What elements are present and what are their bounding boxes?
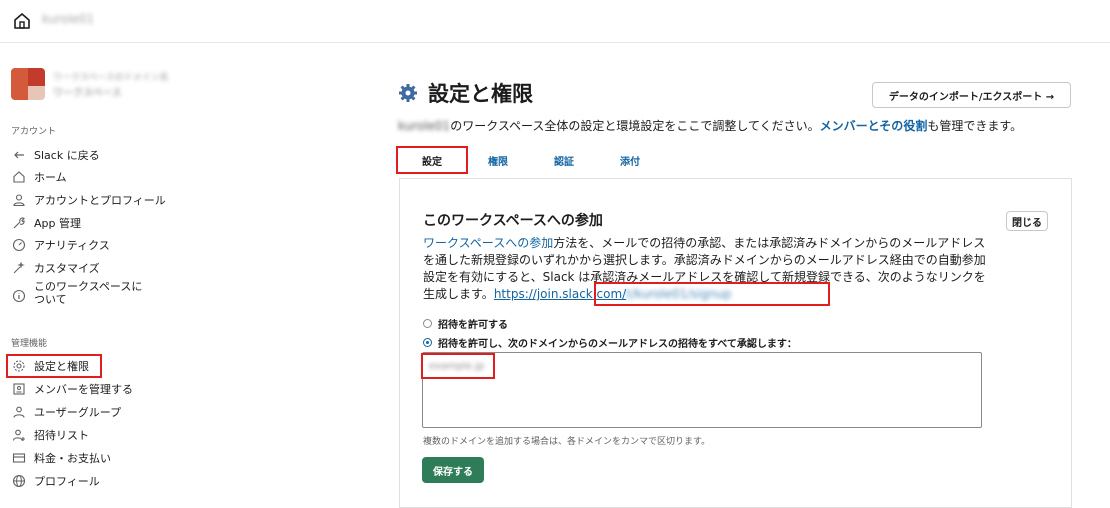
sidebar-item-label: Slack に戻る [34,148,100,162]
sidebar-item-label: ホーム [34,170,67,184]
tab-attachments[interactable]: 添付 [613,148,647,172]
gear-icon [11,358,27,374]
sidebar-item-label: 設定と権限 [34,359,89,373]
sidebar-item-label: 招待リスト [34,428,89,442]
sidebar-item-label: App 管理 [34,216,81,230]
back-arrow-icon [11,147,27,163]
card-icon [11,450,27,466]
domains-hint: 複数のドメインを追加する場合は、各ドメインをカンマで区切ります。 [423,437,711,447]
sidebar-item-label: ユーザーグループ [34,405,122,419]
section-admin-label: 管理機能 [11,339,48,349]
sidebar-item-app-management[interactable]: App 管理 [8,213,168,233]
workspace-logo[interactable] [11,68,45,100]
info-icon [11,288,27,304]
sidebar-item-account-profile[interactable]: アカウントとプロフィール [8,190,168,210]
sidebar: ワークスペースのドメイン名 ワークスペース アカウント Slack に戻る ホー… [0,43,170,502]
sidebar-item-customize[interactable]: カスタマイズ [8,258,168,278]
option-allow-domain-invites[interactable]: 招待を許可し、次のドメインからのメールアドレスの招待をすべて承認します： [423,335,797,350]
sidebar-item-manage-members[interactable]: メンバーを管理する [8,379,168,399]
page-header: 設定と権限 [398,78,533,108]
tab-settings[interactable]: 設定 [396,146,468,174]
sidebar-item-label: カスタマイズ [34,261,100,275]
home-icon [11,169,27,185]
tab-permissions[interactable]: 権限 [481,148,515,172]
workspace-name: kurole01 [398,119,451,133]
import-export-button[interactable]: データのインポート/エクスポート → [872,82,1071,108]
sidebar-item-invite-list[interactable]: 招待リスト [8,425,168,445]
subtitle-suffix: も管理できます。 [927,119,1023,133]
save-button[interactable]: 保存する [422,457,484,483]
option-label: 招待を許可する [438,320,508,331]
domains-textarea[interactable] [422,352,982,428]
join-workspace-title: このワークスペースへの参加 [423,213,603,229]
option-label: 招待を許可し、次のドメインからのメールアドレスの招待をすべて承認します： [438,339,797,350]
home-icon[interactable] [12,11,32,31]
sidebar-item-label: このワークスペースについて [34,280,143,306]
option-allow-invites[interactable]: 招待を許可する [423,316,508,331]
sidebar-item-billing[interactable]: 料金・お支払い [8,448,168,468]
sidebar-item-label: 料金・お支払い [34,451,111,465]
join-workspace-link[interactable]: ワークスペースへの参加 [423,236,553,250]
workspace-name: kurole01 [42,12,95,26]
sidebar-item-back-to-slack[interactable]: Slack に戻る [8,145,168,165]
sidebar-item-label: アカウントとプロフィール [34,193,166,207]
sidebar-item-label: メンバーを管理する [34,382,133,396]
add-person-icon [11,427,27,443]
top-bar: kurole01 [0,0,1110,43]
sparkle-icon [11,260,27,276]
subtitle-text: のワークスペース全体の設定と環境設定をここで調整してください。 [450,119,820,133]
gear-icon [399,84,417,102]
sidebar-item-label: プロフィール [34,474,100,488]
wrench-icon [11,215,27,231]
page-subtitle: kurole01のワークスペース全体の設定と環境設定をここで調整してください。メ… [398,117,1022,134]
workspace-subtitle: ワークスペース [53,88,122,99]
radio-button[interactable] [423,319,432,328]
close-button[interactable]: 閉じる [1006,211,1048,231]
sidebar-item-profile[interactable]: プロフィール [8,471,168,491]
radio-button-selected[interactable] [423,338,432,347]
url-highlight [594,282,830,306]
tab-authentication[interactable]: 認証 [547,148,581,172]
page-title: 設定と権限 [428,82,533,106]
workspace-domain: ワークスペースのドメイン名 [53,73,169,83]
sidebar-item-user-groups[interactable]: ユーザーグループ [8,402,168,422]
sidebar-item-settings-permissions[interactable]: 設定と権限 [6,354,102,378]
sidebar-item-about-workspace[interactable]: このワークスペースについて [8,280,158,314]
globe-icon [11,473,27,489]
members-roles-link[interactable]: メンバーとその役割 [820,119,928,133]
sidebar-item-analytics[interactable]: アナリティクス [8,235,168,255]
sidebar-item-label: アナリティクス [34,238,110,252]
section-account-label: アカウント [11,127,57,137]
user-group-icon [11,404,27,420]
person-icon [11,192,27,208]
member-card-icon [11,381,27,397]
gauge-icon [11,237,27,253]
domain-value: example.jp [421,353,495,379]
sidebar-item-home[interactable]: ホーム [8,167,168,187]
